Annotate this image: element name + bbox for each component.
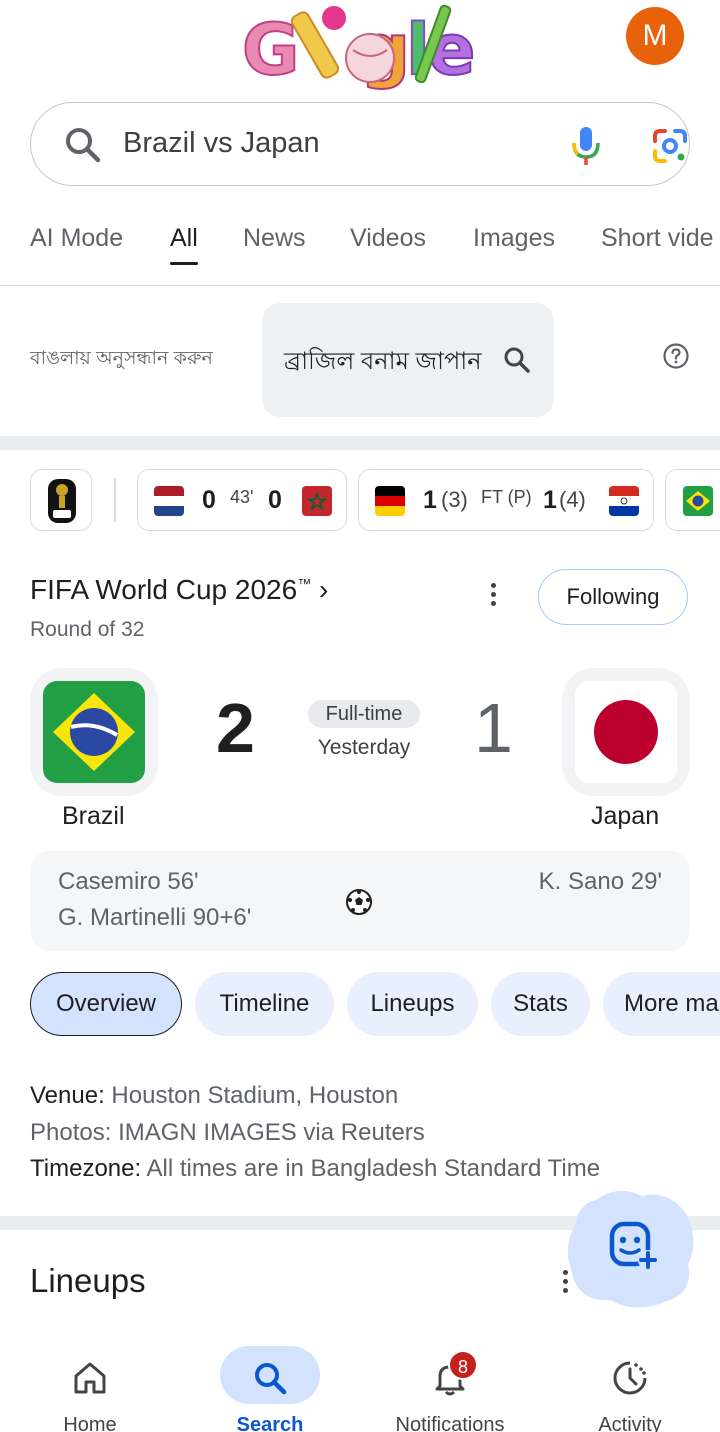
away-team-name: Japan [591,802,660,830]
section-divider [0,436,720,450]
bangla-search-chip[interactable]: ব্রাজিল বনাম জাপান [262,303,554,417]
more-options-icon[interactable] [488,581,498,609]
home-team-badge[interactable] [30,668,158,796]
next-match-card[interactable] [665,469,720,531]
match-status-badge: Full-time [308,700,420,728]
trademark-symbol: ™ [297,575,312,592]
nav-search[interactable]: Search [180,1340,360,1432]
bottom-navigation: Home Search Notifications Activity [0,1340,720,1432]
nav-label: Search [236,1414,304,1432]
chip-lineups[interactable]: Lineups [347,972,478,1036]
help-icon[interactable] [662,342,690,370]
tab-news[interactable]: News [243,224,306,253]
search-icon [255,1363,287,1395]
strip-separator [114,478,116,522]
home-team-name: Brazil [62,802,125,830]
ai-assistant-fab[interactable] [566,1186,696,1310]
brazil-flag-icon [683,486,713,516]
account-avatar[interactable]: M [626,7,684,65]
venue-value: Houston Stadium, Houston [111,1082,399,1109]
google-lens-icon[interactable] [651,127,689,165]
svg-text:G: G [242,9,299,91]
timezone-label: Timezone: [30,1155,142,1182]
notification-count-badge: 8 [448,1350,478,1380]
photos-value: IMAGN IMAGES via Reuters [118,1119,425,1146]
tab-videos[interactable]: Videos [350,224,426,253]
tournament-name: FIFA World Cup 2026 [30,574,298,605]
photos-label: Photos: [30,1119,112,1146]
away-score: 0 [268,486,282,514]
timezone-info: Timezone: All times are in Bangladesh St… [30,1155,600,1183]
search-icon [504,347,530,373]
nav-label: Notifications [395,1414,505,1432]
away-penalties: (4) [559,487,586,512]
away-score: 1 [474,689,513,767]
home-scorer: Casemiro 56' [58,868,199,895]
chevron-right-icon: › [318,574,329,605]
morocco-flag-icon [302,486,332,516]
tournament-round: Round of 32 [30,618,145,641]
nav-activity[interactable]: Activity [540,1340,720,1432]
lineups-heading: Lineups [30,1262,146,1299]
japan-flag-icon [575,681,677,783]
search-icon [66,128,101,163]
nav-notifications[interactable]: Notifications [360,1340,540,1432]
chip-stats[interactable]: Stats [491,972,590,1036]
search-results-page: G g l e M Brazil vs Japan [0,0,720,1432]
away-scorer: K. Sano 29' [538,868,662,895]
tab-all[interactable]: All [170,224,198,265]
tab-short-videos[interactable]: Short vide [601,224,714,253]
nav-label: Home [63,1414,117,1432]
home-scorer: G. Martinelli 90+6' [58,904,252,931]
soccer-ball-icon [346,889,372,915]
live-match-card[interactable]: 0 43' 0 [137,469,347,531]
tab-images[interactable]: Images [473,224,555,253]
paraguay-flag-icon [609,486,639,516]
match-status: FT (P) [481,487,532,507]
venue-info: Venue: Houston Stadium, Houston [30,1082,398,1110]
bangla-query-text: ব্রাজিল বনাম জাপান [284,348,482,375]
tab-ai-mode[interactable]: AI Mode [30,224,123,253]
match-minute: 43' [230,487,254,507]
activity-icon [613,1361,647,1395]
nav-label: Activity [598,1414,662,1432]
brazil-flag-icon [43,681,145,783]
goal-scorers-panel[interactable]: Casemiro 56' G. Martinelli 90+6' K. Sano… [30,851,690,951]
netherlands-flag-icon [154,486,184,516]
chip-overview[interactable]: Overview [30,972,182,1036]
search-bar[interactable]: Brazil vs Japan [30,102,690,186]
home-score: 1 [423,486,437,514]
photos-credit: Photos: IMAGN IMAGES via Reuters [30,1119,425,1147]
venue-label: Venue: [30,1082,105,1109]
home-penalties: (3) [441,487,468,512]
match-date: Yesterday [317,736,411,759]
germany-flag-icon [375,486,405,516]
timezone-value: All times are in Bangladesh Standard Tim… [146,1155,601,1182]
finished-match-card[interactable]: 1 (3) FT (P) 1 (4) [358,469,654,531]
search-input[interactable]: Brazil vs Japan [123,127,320,160]
bangla-search-prompt: বাঙলায় অনুসন্ধান করুন [30,348,213,369]
nav-home[interactable]: Home [0,1340,180,1432]
following-button[interactable]: Following [538,569,688,625]
away-score: 1 [543,486,557,514]
fifa-trophy-icon [48,479,76,523]
google-doodle-icon[interactable]: G g l e [238,0,486,92]
home-score: 0 [202,486,216,514]
away-team-badge[interactable] [562,668,690,796]
fifa-world-cup-logo[interactable] [30,469,92,531]
microphone-icon[interactable] [569,125,603,167]
home-icon [74,1362,106,1394]
home-score: 2 [216,689,255,767]
chip-timeline[interactable]: Timeline [195,972,334,1036]
chip-more-matches[interactable]: More ma [603,972,720,1036]
tournament-title[interactable]: FIFA World Cup 2026™ › [30,574,328,606]
search-tabs: AI Mode All News Videos Images Short vid… [0,200,720,286]
